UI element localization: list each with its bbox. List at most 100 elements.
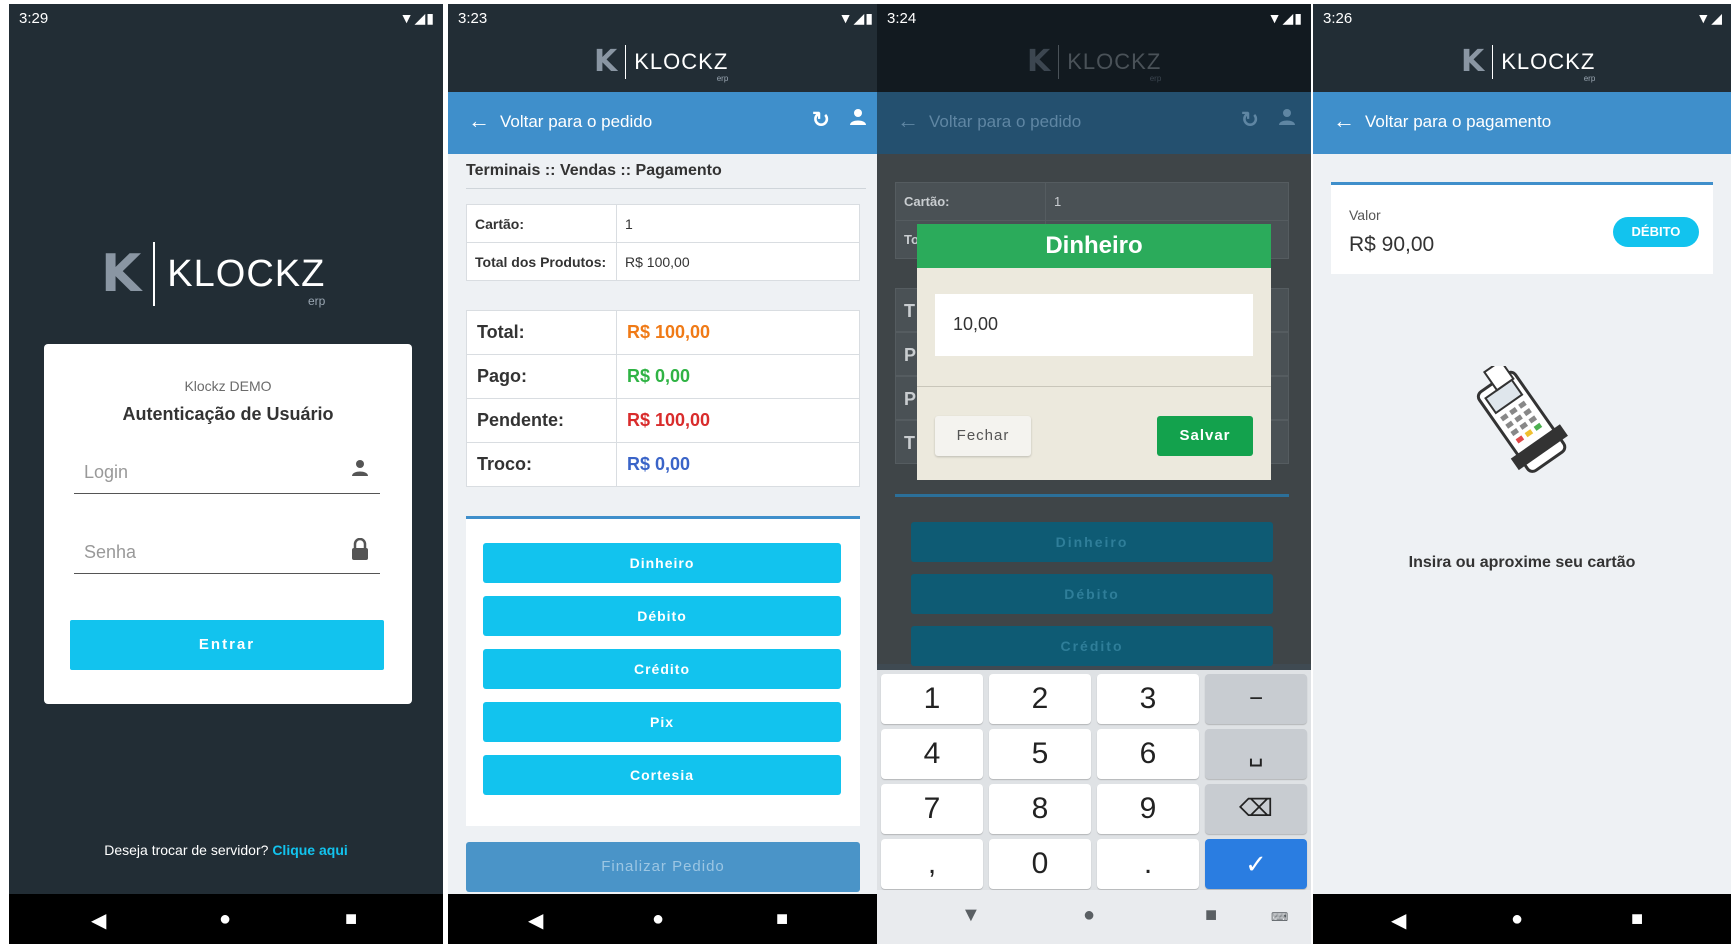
user-icon[interactable] (848, 107, 868, 133)
keyboard-switch-icon[interactable]: ⌨ (1271, 910, 1288, 924)
info-label: Cartão: (466, 204, 617, 243)
enter-button[interactable]: Entrar (70, 620, 384, 670)
key-2[interactable]: 2 (989, 674, 1091, 724)
key-8[interactable]: 8 (989, 784, 1091, 834)
refresh-icon: ↻ (1240, 107, 1259, 132)
toolbar: ← Voltar para o pagamento (1313, 92, 1731, 154)
login-card: Klockz DEMO Autenticação de Usuário Logi… (44, 344, 412, 704)
hide-keyboard-icon[interactable]: ▼ (961, 904, 981, 927)
toolbar-dimmed: ← Voltar para o pedido ↻ (877, 92, 1311, 154)
key-1[interactable]: 1 (881, 674, 983, 724)
space-key[interactable]: ␣ (1205, 729, 1307, 779)
dialog-title: Dinheiro (917, 224, 1271, 268)
close-button[interactable]: Fechar (935, 416, 1031, 456)
klockz-logo: K KLOCKZ erp (1461, 44, 1596, 83)
password-field[interactable]: Senha (74, 532, 380, 574)
logo-erp: erp (1149, 73, 1162, 83)
logo-divider (625, 44, 627, 79)
debit-button-dimmed: Débito (911, 574, 1273, 614)
amount-input[interactable]: 10,00 (935, 294, 1253, 356)
logo-wordmark: KLOCKZ (1067, 48, 1162, 74)
change-server-text: Deseja trocar de servidor? Clique aqui (9, 842, 443, 858)
period-key[interactable]: . (1097, 839, 1199, 889)
logo-k-icon: K (1027, 44, 1051, 79)
pending-value: R$ 100,00 (616, 398, 860, 443)
key-6[interactable]: 6 (1097, 729, 1199, 779)
status-bar: 3:23 ▼◢▮ (448, 4, 882, 34)
arrow-left-icon[interactable]: ← (468, 108, 490, 134)
pending-label: Pendente: (466, 398, 617, 443)
key-3[interactable]: 3 (1097, 674, 1199, 724)
key-5[interactable]: 5 (989, 729, 1091, 779)
back-to-payment-link[interactable]: Voltar para o pagamento (1365, 112, 1551, 132)
table-row: Cartão: 1 (895, 182, 1289, 221)
password-placeholder: Senha (84, 542, 137, 562)
logo-text: KLOCKZ erp (167, 253, 325, 308)
status-bar: 3:26 ▼◢ (1313, 4, 1731, 34)
toolbar: ← Voltar para o pedido ↻ (448, 92, 882, 154)
key-0[interactable]: 0 (989, 839, 1091, 889)
system-nav-bar: ▼ ● ■ ⌨ (877, 890, 1311, 944)
logo-erp: erp (1583, 73, 1596, 83)
save-button[interactable]: Salvar (1157, 416, 1253, 456)
login-field[interactable]: Login (74, 452, 380, 494)
klockz-logo: K KLOCKZ erp (1027, 44, 1162, 83)
backspace-key[interactable]: ⌫ (1205, 784, 1307, 834)
recents-nav-icon[interactable]: ■ (1631, 908, 1643, 931)
status-icons: ▼◢▮ (399, 10, 435, 26)
logo-wordmark: KLOCKZ (634, 48, 729, 74)
card-terminal-icon (1461, 359, 1581, 476)
credit-button-dimmed: Crédito (911, 626, 1273, 666)
logo-k-icon: K (594, 44, 618, 79)
recents-nav-icon[interactable]: ■ (776, 908, 788, 931)
arrow-left-icon[interactable]: ← (1333, 108, 1355, 134)
back-nav-icon[interactable]: ◀ (528, 908, 543, 933)
divider (917, 386, 1271, 387)
cash-button[interactable]: Dinheiro (483, 543, 841, 583)
logo-k-icon: K (1461, 44, 1485, 79)
status-icons: ▼◢ (1696, 10, 1723, 26)
logo-wordmark: KLOCKZ (1501, 48, 1596, 74)
change-server-question: Deseja trocar de servidor? (104, 842, 269, 858)
refresh-icon[interactable]: ↻ (812, 107, 830, 133)
back-to-order-link[interactable]: Voltar para o pedido (500, 112, 652, 132)
arrow-left-icon: ← (897, 108, 919, 133)
home-nav-icon[interactable]: ● (219, 908, 231, 931)
credit-button[interactable]: Crédito (483, 649, 841, 689)
key-4[interactable]: 4 (881, 729, 983, 779)
confirm-key[interactable]: ✓ (1205, 839, 1307, 889)
cash-dialog-screen: K KLOCKZ erp 3:24 ▼◢▮ ← Voltar para o pe… (877, 4, 1311, 944)
value-label: Valor (1349, 207, 1381, 223)
finalize-order-button[interactable]: Finalizar Pedido (466, 842, 860, 892)
paid-value: R$ 0,00 (616, 354, 860, 399)
recents-nav-icon[interactable]: ■ (345, 908, 357, 931)
table-row: Pago: R$ 0,00 (466, 354, 860, 399)
pix-button[interactable]: Pix (483, 702, 841, 742)
key-9[interactable]: 9 (1097, 784, 1199, 834)
value-amount: R$ 90,00 (1349, 233, 1435, 256)
status-time: 3:24 (887, 10, 917, 27)
system-nav-bar: ◀ ● ■ (448, 894, 882, 944)
system-nav-bar: ◀ ● ■ (9, 894, 443, 944)
debit-button[interactable]: Débito (483, 596, 841, 636)
courtesy-button[interactable]: Cortesia (483, 755, 841, 795)
key-7[interactable]: 7 (881, 784, 983, 834)
back-nav-icon[interactable]: ◀ (1391, 908, 1406, 933)
back-to-order-link: Voltar para o pedido (929, 112, 1082, 131)
login-card-title: Klockz DEMO (184, 378, 272, 394)
change-server-link[interactable]: Clique aqui (272, 842, 347, 858)
table-row: Cartão: 1 (466, 204, 860, 243)
minus-key[interactable]: − (1205, 674, 1307, 724)
comma-key[interactable]: , (881, 839, 983, 889)
lock-icon (350, 537, 370, 566)
logo-k-icon: K (101, 244, 142, 304)
home-nav-icon[interactable]: ● (1511, 908, 1523, 931)
home-nav-icon[interactable]: ● (652, 908, 664, 931)
back-nav-icon[interactable]: ◀ (91, 908, 106, 933)
recents-nav-icon[interactable]: ■ (1205, 904, 1217, 927)
totals-table: Total: R$ 100,00 Pago: R$ 0,00 Pendente: R$… (466, 310, 860, 487)
home-nav-icon[interactable]: ● (1083, 904, 1095, 927)
order-info-table: Cartão: 1 Total dos Produtos: R$ 100,00 (466, 204, 860, 281)
info-value: 1 (1045, 182, 1289, 221)
info-label: Total dos Produtos: (466, 242, 617, 281)
